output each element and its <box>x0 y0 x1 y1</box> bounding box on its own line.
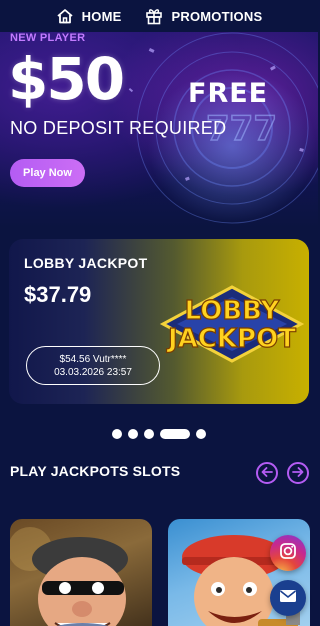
gift-icon <box>145 7 163 25</box>
instagram-button[interactable] <box>270 535 306 571</box>
nav-promotions[interactable]: PROMOTIONS <box>145 7 262 25</box>
logo-line-1: LOBBY <box>185 296 281 326</box>
slider-prev-button[interactable] <box>256 462 278 484</box>
carousel-dot[interactable] <box>196 429 206 439</box>
robber-character-art <box>10 527 128 626</box>
carousel-dot[interactable] <box>160 429 190 439</box>
section-title-jackpot-slots: PLAY JACKPOTS SLOTS <box>10 463 181 479</box>
logo-line-2: JACKPOT <box>166 324 296 354</box>
bonus-amount: $50 <box>8 45 125 113</box>
new-player-badge: NEW PLAYER <box>10 32 86 44</box>
last-win-amount: $54.56 Vutr**** <box>59 353 127 365</box>
last-win-pill: $54.56 Vutr**** 03.03.2026 23:57 <box>26 346 160 385</box>
lobby-jackpot-card[interactable]: LOBBY JACKPOT $37.79 $54.56 Vutr**** 03.… <box>9 239 309 404</box>
instagram-icon <box>279 542 297 565</box>
slider-next-button[interactable] <box>287 462 309 484</box>
carousel-dot[interactable] <box>128 429 138 439</box>
top-nav: HOME PROMOTIONS <box>0 0 318 32</box>
promo-banner: 777 NEW PLAYER $50 FREE NO DEPOSIT REQUI… <box>0 28 318 228</box>
play-now-button[interactable]: Play Now <box>10 159 85 187</box>
no-deposit-subtitle: NO DEPOSIT REQUIRED <box>10 118 227 138</box>
bonus-free-label: FREE <box>188 78 269 109</box>
nav-home[interactable]: HOME <box>56 8 122 24</box>
mail-button[interactable] <box>270 580 306 616</box>
game-tile-robber[interactable] <box>10 519 152 626</box>
home-icon <box>56 8 74 24</box>
mail-icon <box>279 589 297 608</box>
lobby-jackpot-logo: LOBBY JACKPOT <box>159 285 305 363</box>
carousel-dots <box>0 428 318 440</box>
nav-home-label: HOME <box>81 8 122 24</box>
carousel-dot[interactable] <box>112 429 122 439</box>
jackpot-amount: $37.79 <box>24 282 92 307</box>
carousel-dot[interactable] <box>144 429 154 439</box>
nav-promotions-label: PROMOTIONS <box>171 8 263 24</box>
arrow-right-icon <box>292 464 304 482</box>
arrow-left-icon <box>261 464 273 482</box>
last-win-date: 03.03.2026 23:57 <box>54 366 132 378</box>
jackpot-title: LOBBY JACKPOT <box>24 255 148 271</box>
